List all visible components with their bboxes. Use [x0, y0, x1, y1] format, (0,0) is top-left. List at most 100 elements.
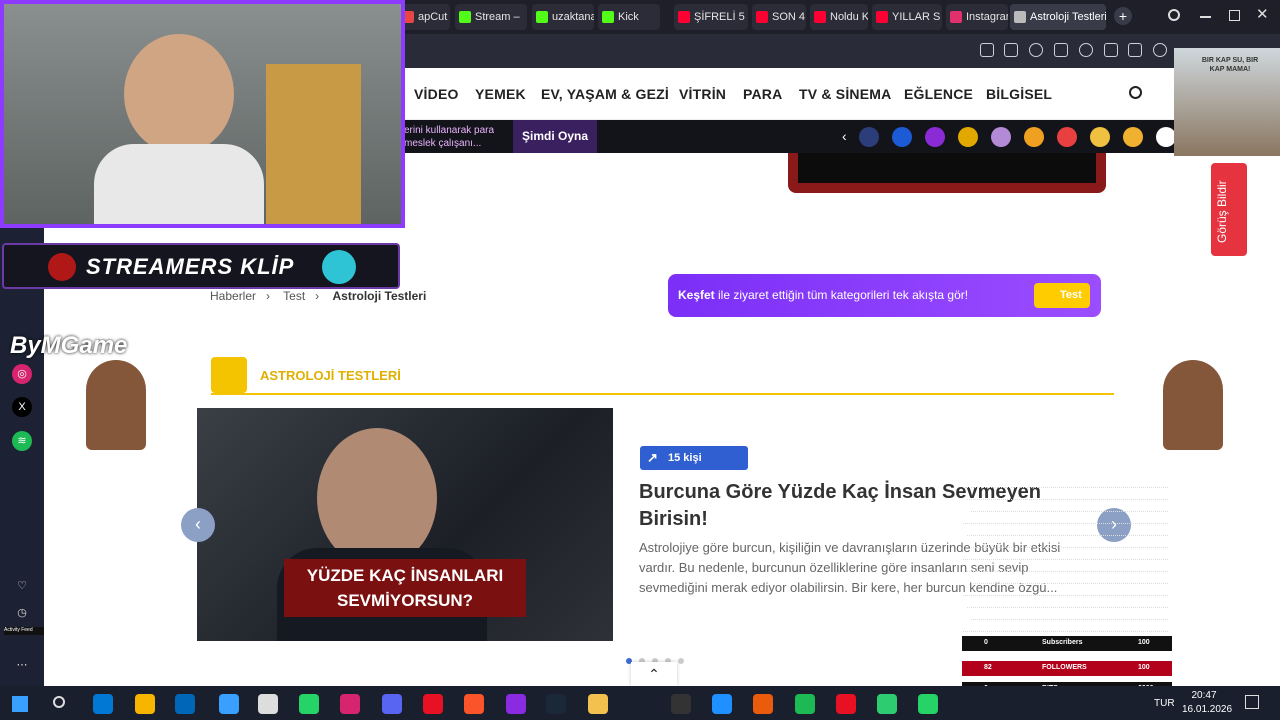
taskbar-app-icon-8[interactable]	[423, 694, 443, 714]
search-icon[interactable]	[53, 696, 65, 708]
ad-banner[interactable]: BIR KAP SU, BIR KAP MAMA!	[1174, 48, 1280, 156]
minimize-icon[interactable]	[1200, 16, 1211, 18]
streamers-klip-banner: STREAMERS KLİP	[2, 243, 400, 289]
counter-0: 0 Subscribers 100	[962, 636, 1172, 651]
sticker-icon-0[interactable]	[859, 127, 879, 147]
scroll-top-button[interactable]: ⌃	[631, 662, 677, 686]
search-icon[interactable]	[1129, 86, 1142, 99]
klip-text: STREAMERS KLİP	[86, 254, 295, 279]
menu-icon[interactable]	[1128, 43, 1142, 57]
dancer-figure-right	[1163, 360, 1223, 450]
chat-overlay	[963, 476, 1168, 636]
nav-link-2[interactable]: EV, YAŞAM & GEZİ	[541, 86, 669, 102]
sticker-icon-9[interactable]	[1156, 127, 1176, 147]
sticker-icon-2[interactable]	[925, 127, 945, 147]
tab-3[interactable]: Kick	[598, 4, 660, 30]
nav-link-5[interactable]: TV & SİNEMA	[799, 86, 891, 102]
instagram-icon[interactable]: ◎	[12, 364, 32, 384]
nav-link-1[interactable]: YEMEK	[475, 86, 526, 102]
taskbar-app-icon-13[interactable]	[671, 694, 691, 714]
tab-label: ŞİFRELİ 5	[694, 11, 745, 23]
taskbar-app-icon-2[interactable]	[175, 694, 195, 714]
wolf-icon	[322, 250, 356, 284]
tab-8[interactable]: Instagram	[946, 4, 1008, 30]
nav-link-6[interactable]: EĞLENCE	[904, 86, 973, 102]
chat-line	[971, 572, 1168, 584]
breadcrumb-item-haberler[interactable]: Haberler	[210, 289, 256, 303]
tab-5[interactable]: SON 4 Yı	[752, 4, 806, 30]
taskbar-app-icon-11[interactable]	[546, 694, 566, 714]
heart-icon[interactable]: ♡	[12, 576, 32, 596]
more-icon[interactable]: ⋯	[12, 655, 32, 675]
taskbar-app-icon-12[interactable]	[588, 694, 608, 714]
section-divider	[211, 393, 1114, 395]
edit-icon[interactable]	[980, 43, 994, 57]
klip-logo-icon	[48, 253, 76, 281]
heart-icon[interactable]	[1079, 43, 1093, 57]
language-indicator[interactable]: TUR	[1154, 698, 1175, 709]
prev-icon[interactable]: ‹	[842, 128, 847, 144]
tab-1[interactable]: Stream –	[455, 4, 527, 30]
download-icon[interactable]	[1104, 43, 1118, 57]
taskbar-app-icon-10[interactable]	[506, 694, 526, 714]
tab-favicon-icon	[602, 11, 614, 23]
close-icon[interactable]: ✕	[1256, 5, 1269, 23]
sticker-icon-8[interactable]	[1123, 127, 1143, 147]
spotify-icon[interactable]: ≋	[12, 431, 32, 451]
trending-icon: ↗	[647, 450, 658, 465]
sticker-icon-3[interactable]	[958, 127, 978, 147]
taskbar-app-icon-6[interactable]	[340, 694, 360, 714]
clock-time: 20:47	[1191, 690, 1217, 701]
search-icon[interactable]	[1168, 9, 1180, 21]
nav-link-7[interactable]: BİLGİSEL	[986, 86, 1052, 102]
nav-link-0[interactable]: VİDEO	[414, 86, 459, 102]
shield-icon[interactable]	[1029, 43, 1043, 57]
maximize-icon[interactable]	[1229, 10, 1240, 21]
tab-0[interactable]: apCut |	[398, 4, 450, 30]
taskbar-app-icon-18[interactable]	[877, 694, 897, 714]
camera-icon[interactable]	[1004, 43, 1018, 57]
notification-icon[interactable]	[1245, 695, 1259, 709]
taskbar-app-icon-19[interactable]	[918, 694, 938, 714]
taskbar-app-icon-7[interactable]	[382, 694, 402, 714]
new-tab-button[interactable]: +	[1114, 7, 1132, 25]
tab-4[interactable]: ŞİFRELİ 5	[674, 4, 748, 30]
taskbar-app-icon-4[interactable]	[258, 694, 278, 714]
breadcrumb-item-test[interactable]: Test	[283, 289, 305, 303]
taskbar-app-icon-1[interactable]	[135, 694, 155, 714]
taskbar-app-icon-16[interactable]	[795, 694, 815, 714]
x-icon[interactable]: X	[12, 397, 32, 417]
tab-favicon-icon	[1014, 11, 1026, 23]
sticker-icon-7[interactable]	[1090, 127, 1110, 147]
tab-9[interactable]: Astroloji Testleri	[1010, 4, 1106, 30]
taskbar-app-icon-3[interactable]	[219, 694, 239, 714]
taskbar-app-icon-5[interactable]	[299, 694, 319, 714]
play-icon[interactable]	[1054, 43, 1068, 57]
tab-7[interactable]: YILLAR S	[872, 4, 942, 30]
taskbar-app-icon-17[interactable]	[836, 694, 856, 714]
tab-2[interactable]: uzaktana	[532, 4, 594, 30]
sticker-icon-6[interactable]	[1057, 127, 1077, 147]
tab-label: Kick	[618, 11, 639, 23]
discover-banner[interactable]: Keşfet ile ziyaret ettiğin tüm kategoril…	[668, 274, 1101, 317]
windows-start-icon[interactable]	[12, 696, 28, 712]
sticker-icon-5[interactable]	[1024, 127, 1044, 147]
nav-link-3[interactable]: VİTRİN	[679, 86, 726, 102]
clock[interactable]: 20:47 16.01.2026	[1182, 689, 1232, 717]
feedback-button[interactable]: Görüş Bildir	[1211, 163, 1247, 256]
taskbar-app-icon-0[interactable]	[93, 694, 113, 714]
taskbar-app-icon-14[interactable]	[712, 694, 732, 714]
slider-prev-button[interactable]: ‹	[181, 508, 215, 542]
taskbar-app-icon-9[interactable]	[464, 694, 484, 714]
discover-test-button[interactable]: Test	[1034, 283, 1090, 308]
sticker-icon-1[interactable]	[892, 127, 912, 147]
nav-link-4[interactable]: PARA	[743, 86, 782, 102]
profile-icon[interactable]	[1153, 43, 1167, 57]
tab-label: apCut |	[418, 11, 450, 23]
sticker-icon-4[interactable]	[991, 127, 1011, 147]
taskbar-app-icon-15[interactable]	[753, 694, 773, 714]
tab-label: YILLAR S	[892, 11, 941, 23]
tab-6[interactable]: Noldu Ki	[810, 4, 868, 30]
clock-icon[interactable]: ◷	[12, 603, 32, 623]
play-now-button[interactable]: Şimdi Oyna	[513, 120, 597, 153]
